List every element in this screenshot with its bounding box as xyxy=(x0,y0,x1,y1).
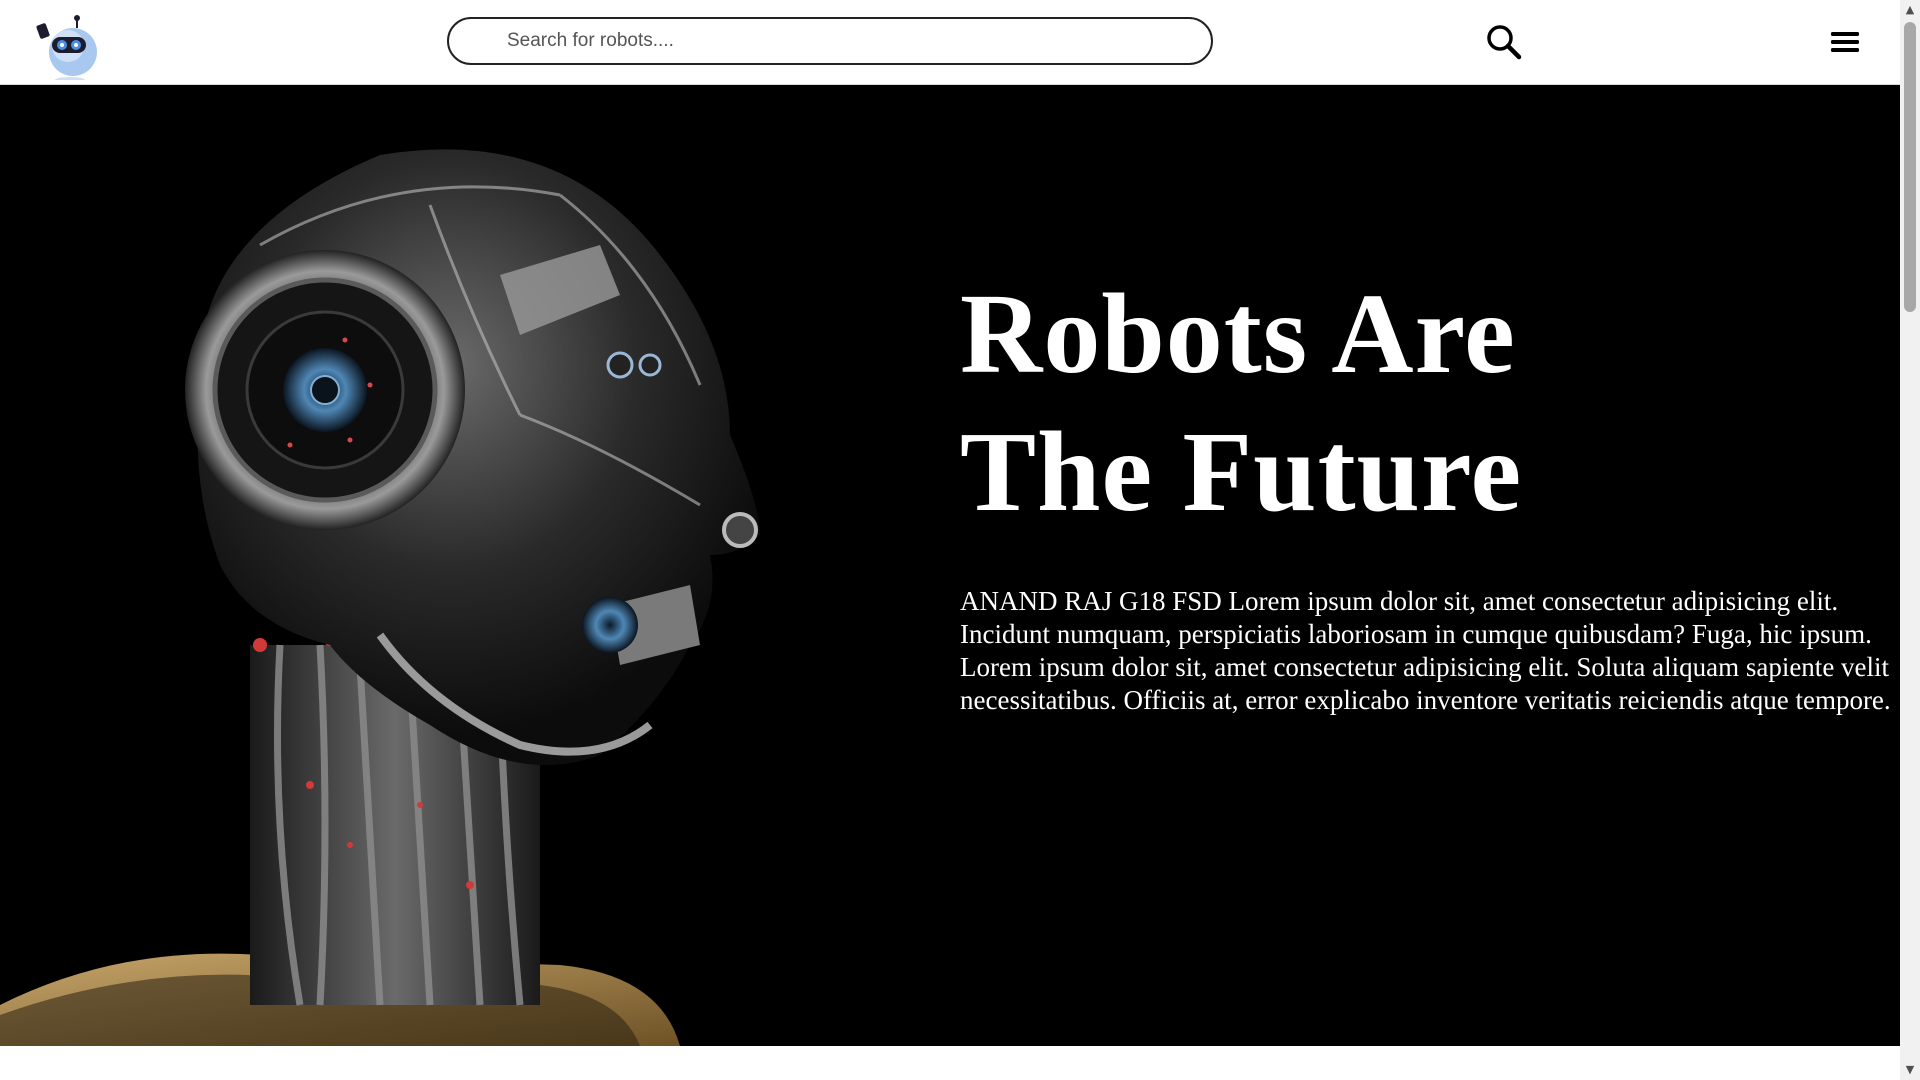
hero-title-line-2: The Future xyxy=(960,408,1523,535)
navbar xyxy=(0,0,1900,85)
search-input[interactable] xyxy=(507,19,1197,63)
hamburger-menu-button[interactable] xyxy=(1830,28,1860,56)
search-bar xyxy=(447,17,1213,65)
hamburger-menu-icon xyxy=(1831,32,1859,52)
search-button[interactable] xyxy=(1484,22,1524,62)
scroll-up-arrow-icon[interactable]: ▲ xyxy=(1900,0,1920,20)
vertical-scrollbar[interactable]: ▲ ▼ xyxy=(1900,0,1920,1080)
search-icon xyxy=(1487,25,1522,60)
hero-description: ANAND RAJ G18 FSD Lorem ipsum dolor sit,… xyxy=(960,586,1891,715)
scroll-down-arrow-icon[interactable]: ▼ xyxy=(1900,1060,1920,1080)
hero-title-line-1: Robots Are xyxy=(960,270,1516,397)
robot-logo-icon[interactable] xyxy=(32,10,102,83)
scrollbar-thumb[interactable] xyxy=(1904,22,1916,312)
robot-head-image xyxy=(0,85,780,1046)
hero-section: Robots Are The Future ANAND RAJ G18 FSD L… xyxy=(0,85,1900,1046)
hero-title: Robots Are The Future xyxy=(960,265,1860,541)
